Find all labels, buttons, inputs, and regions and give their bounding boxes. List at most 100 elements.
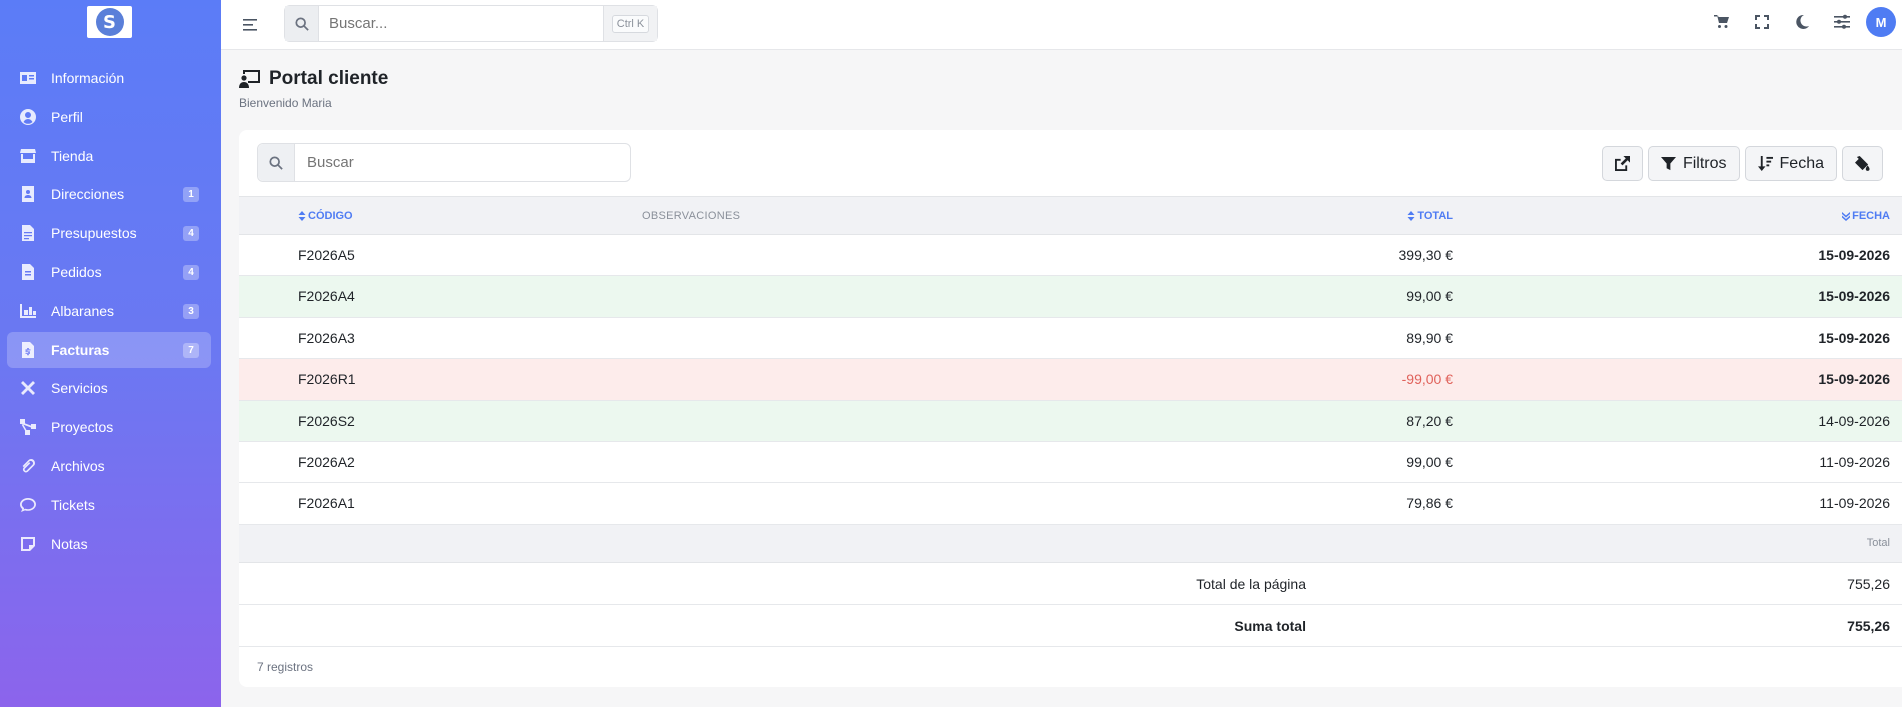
invoices-table: CÓDIGO OBSERVACIONES TOTAL FECHA F2026A5… <box>239 196 1902 647</box>
external-link-icon <box>1614 156 1630 171</box>
sidebar-item-presupuestos[interactable]: Presupuestos 4 <box>7 215 211 251</box>
fill-drip-icon <box>1855 156 1870 171</box>
cell-code: F2026A3 <box>298 329 355 346</box>
sidebar-item-informacion[interactable]: Información <box>7 60 211 96</box>
cart-icon <box>1714 15 1729 28</box>
page-title: Portal cliente <box>239 68 388 90</box>
sidebar-item-badge: 7 <box>183 342 199 358</box>
file-icon <box>19 225 37 242</box>
id-card-icon <box>19 70 37 86</box>
sidebar-item-badge: 3 <box>183 303 199 319</box>
filters-button[interactable]: Filtros <box>1647 146 1740 181</box>
sidebar-item-label: Pedidos <box>51 263 102 280</box>
fullscreen-icon <box>1755 15 1769 29</box>
hamburger-icon <box>243 19 257 31</box>
table-row[interactable]: F2026S2 87,20 € 14-09-2026 <box>239 400 1902 442</box>
sidebar-item-pedidos[interactable]: Pedidos 4 <box>7 254 211 290</box>
table-row[interactable]: F2026R1 -99,00 € 15-09-2026 <box>239 359 1902 401</box>
global-search-input[interactable] <box>319 6 603 41</box>
sidebar-item-notas[interactable]: Notas <box>7 526 211 562</box>
store-icon <box>19 148 37 164</box>
shortcut-label: Ctrl K <box>611 14 650 33</box>
sidebar-item-albaranes[interactable]: Albaranes 3 <box>7 293 211 329</box>
cell-total: -99,00 € <box>1401 371 1453 388</box>
address-book-icon <box>19 186 37 203</box>
sort-button[interactable]: Fecha <box>1744 146 1837 181</box>
color-button[interactable] <box>1842 146 1883 181</box>
table-row[interactable]: F2026A2 99,00 € 11-09-2026 <box>239 442 1902 484</box>
sidebar-item-facturas[interactable]: Facturas 7 <box>7 331 211 368</box>
cell-code: F2026A1 <box>298 495 355 512</box>
column-observations: OBSERVACIONES <box>642 210 740 222</box>
tools-icon <box>19 380 37 396</box>
cell-date: 11-09-2026 <box>1819 495 1890 512</box>
cell-total: 89,90 € <box>1406 329 1453 346</box>
column-date[interactable]: FECHA <box>1842 210 1890 222</box>
cell-total: 79,86 € <box>1406 495 1453 512</box>
file-list-icon <box>19 263 37 280</box>
cell-total: 99,00 € <box>1406 288 1453 305</box>
filter-icon <box>1660 156 1676 171</box>
filters-label: Filtros <box>1682 154 1727 172</box>
dark-mode-button[interactable] <box>1782 2 1822 42</box>
sidebar-item-tienda[interactable]: Tienda <box>7 138 211 174</box>
column-observations-label: OBSERVACIONES <box>642 210 741 222</box>
sidebar-item-archivos[interactable]: Archivos <box>7 448 211 484</box>
sort-amount-down-icon <box>1757 156 1773 171</box>
table-header: CÓDIGO OBSERVACIONES TOTAL FECHA <box>239 196 1902 235</box>
table-search <box>257 143 631 182</box>
moon-icon <box>1796 14 1809 29</box>
search-icon <box>258 144 295 181</box>
records-count: 7 registros <box>257 660 314 674</box>
settings-button[interactable] <box>1822 2 1862 42</box>
sidebar-item-label: Información <box>51 70 125 86</box>
sum-total-value: 755,26 <box>1847 617 1890 634</box>
topbar-actions: M <box>1702 0 1902 44</box>
column-code[interactable]: CÓDIGO <box>298 210 353 222</box>
table-search-input[interactable] <box>295 144 630 181</box>
column-total[interactable]: TOTAL <box>1407 210 1453 222</box>
sidebar-item-perfil[interactable]: Perfil <box>7 99 211 135</box>
sidebar-item-badge: 4 <box>183 264 199 280</box>
sidebar-item-proyectos[interactable]: Proyectos <box>7 409 211 445</box>
table-row[interactable]: F2026A5 399,30 € 15-09-2026 <box>239 235 1902 277</box>
chalkboard-user-icon <box>239 70 260 88</box>
totals-header-label: Total <box>1866 536 1890 549</box>
logo-mark: S <box>95 8 124 36</box>
cart-button[interactable] <box>1702 2 1742 42</box>
sidebar-item-tickets[interactable]: Tickets <box>7 487 211 523</box>
menu-toggle-button[interactable] <box>239 14 261 36</box>
sidebar-item-badge: 4 <box>183 226 199 242</box>
sticky-note-icon <box>19 536 37 552</box>
sort-icon <box>298 211 306 221</box>
sidebar-item-servicios[interactable]: Servicios <box>7 370 211 406</box>
user-circle-icon <box>19 108 37 125</box>
table-row[interactable]: F2026A1 79,86 € 11-09-2026 <box>239 483 1902 525</box>
export-button[interactable] <box>1601 146 1643 181</box>
search-icon <box>285 6 319 41</box>
page-header: Portal cliente Bienvenido Maria <box>239 68 388 110</box>
chevrons-down-icon <box>1842 212 1851 221</box>
cell-date: 15-09-2026 <box>1818 329 1890 346</box>
column-code-label: CÓDIGO <box>308 210 353 222</box>
page-total-row: Total de la página 755,26 <box>239 563 1902 605</box>
user-avatar[interactable]: M <box>1866 7 1896 37</box>
cell-date: 14-09-2026 <box>1818 412 1890 429</box>
sidebar-nav: Información Perfil Tienda Direcciones 1 Presu… <box>7 60 211 564</box>
table-row[interactable]: F2026A3 89,90 € 15-09-2026 <box>239 318 1902 360</box>
comment-icon <box>19 497 37 513</box>
table-toolbar: Filtros Fecha <box>1601 146 1883 181</box>
global-search: Ctrl K <box>284 5 658 42</box>
fullscreen-button[interactable] <box>1742 2 1782 42</box>
page-title-text: Portal cliente <box>269 68 389 89</box>
column-date-label: FECHA <box>1852 210 1890 222</box>
cell-code: F2026A4 <box>298 288 355 305</box>
cell-date: 15-09-2026 <box>1818 288 1890 305</box>
cell-total: 399,30 € <box>1398 247 1454 263</box>
table-row[interactable]: F2026A4 99,00 € 15-09-2026 <box>239 276 1902 318</box>
app-logo[interactable]: S <box>87 6 132 38</box>
sidebar-item-badge: 1 <box>183 187 199 203</box>
page-subtitle: Bienvenido Maria <box>239 96 332 110</box>
sidebar-item-direcciones[interactable]: Direcciones 1 <box>7 176 211 212</box>
paperclip-icon <box>19 458 37 474</box>
